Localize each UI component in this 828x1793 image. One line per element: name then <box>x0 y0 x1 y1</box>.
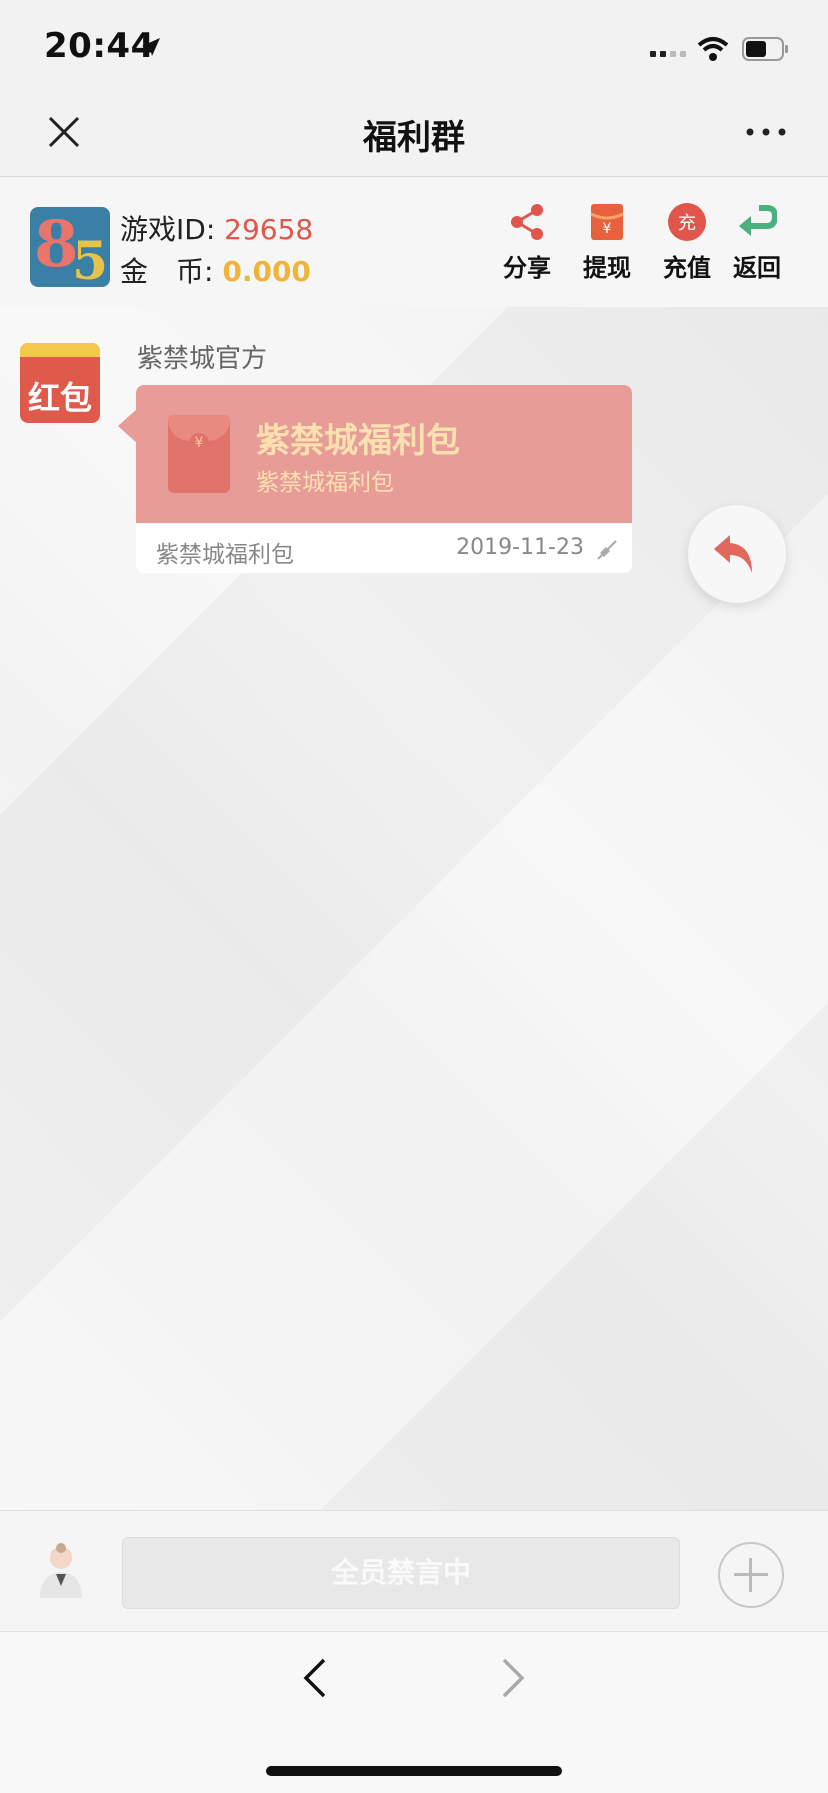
withdraw-label: 提现 <box>583 254 631 282</box>
return-button[interactable]: 返回 <box>722 202 792 283</box>
location-arrow-icon <box>142 38 160 56</box>
back-arrow-icon[interactable] <box>300 1656 330 1700</box>
cellular-signal-icon <box>650 42 690 61</box>
mute-icon <box>597 540 617 560</box>
recharge-button[interactable]: 充 充值 <box>652 202 722 283</box>
sender-avatar[interactable]: 红包 <box>20 343 100 423</box>
battery-icon <box>742 37 788 61</box>
return-icon <box>739 205 777 236</box>
coin-value: 0.000 <box>222 255 311 288</box>
coin-label: 金 币: <box>120 255 214 288</box>
envelope-coin: ¥ <box>189 433 209 453</box>
status-time: 20:44 <box>44 26 155 66</box>
game-logo: 8 5 <box>30 207 110 287</box>
share-label: 分享 <box>503 254 551 282</box>
reply-arrow-icon <box>714 535 752 573</box>
wifi-icon <box>697 37 729 61</box>
return-label: 返回 <box>733 254 781 282</box>
recharge-icon: 充 <box>668 203 706 241</box>
customer-service-icon[interactable] <box>34 1542 88 1600</box>
game-id-label: 游戏ID: <box>120 213 216 246</box>
game-id-line: 游戏ID: 29658 <box>120 208 313 248</box>
forward-arrow-icon[interactable] <box>498 1656 528 1700</box>
red-packet-message[interactable]: ¥ 紫禁城福利包 紫禁城福利包 紫禁城福利包 2019-11-23 <box>136 385 632 573</box>
sender-name: 紫禁城官方 <box>137 344 268 374</box>
red-packet-footer-label: 紫禁城福利包 <box>156 542 294 568</box>
withdraw-icon: ¥ <box>590 204 624 240</box>
recharge-label: 充值 <box>663 254 711 282</box>
home-indicator <box>266 1766 562 1776</box>
message-date: 2019-11-23 <box>456 535 584 560</box>
muted-message-input: 全员禁言中 <box>122 1537 680 1609</box>
share-icon <box>511 204 543 240</box>
coin-line: 金 币: 0.000 <box>120 250 311 290</box>
page-title: 福利群 <box>363 118 465 158</box>
bubble-arrow <box>118 408 138 444</box>
more-options-icon[interactable] <box>744 124 788 140</box>
red-packet-banner: ¥ 紫禁城福利包 紫禁城福利包 <box>136 385 632 523</box>
red-packet-subtitle: 紫禁城福利包 <box>256 470 394 496</box>
svg-text:¥: ¥ <box>603 221 612 237</box>
avatar-text: 红包 <box>27 379 92 417</box>
recharge-icon-text: 充 <box>678 213 696 234</box>
add-attachment-button[interactable] <box>718 1542 784 1608</box>
floating-return-button[interactable] <box>688 505 786 603</box>
game-id-value: 29658 <box>224 213 314 246</box>
red-envelope-icon: ¥ <box>168 415 230 493</box>
red-packet-title: 紫禁城福利包 <box>256 421 460 461</box>
withdraw-button[interactable]: ¥ 提现 <box>572 202 642 283</box>
share-button[interactable]: 分享 <box>492 202 562 283</box>
